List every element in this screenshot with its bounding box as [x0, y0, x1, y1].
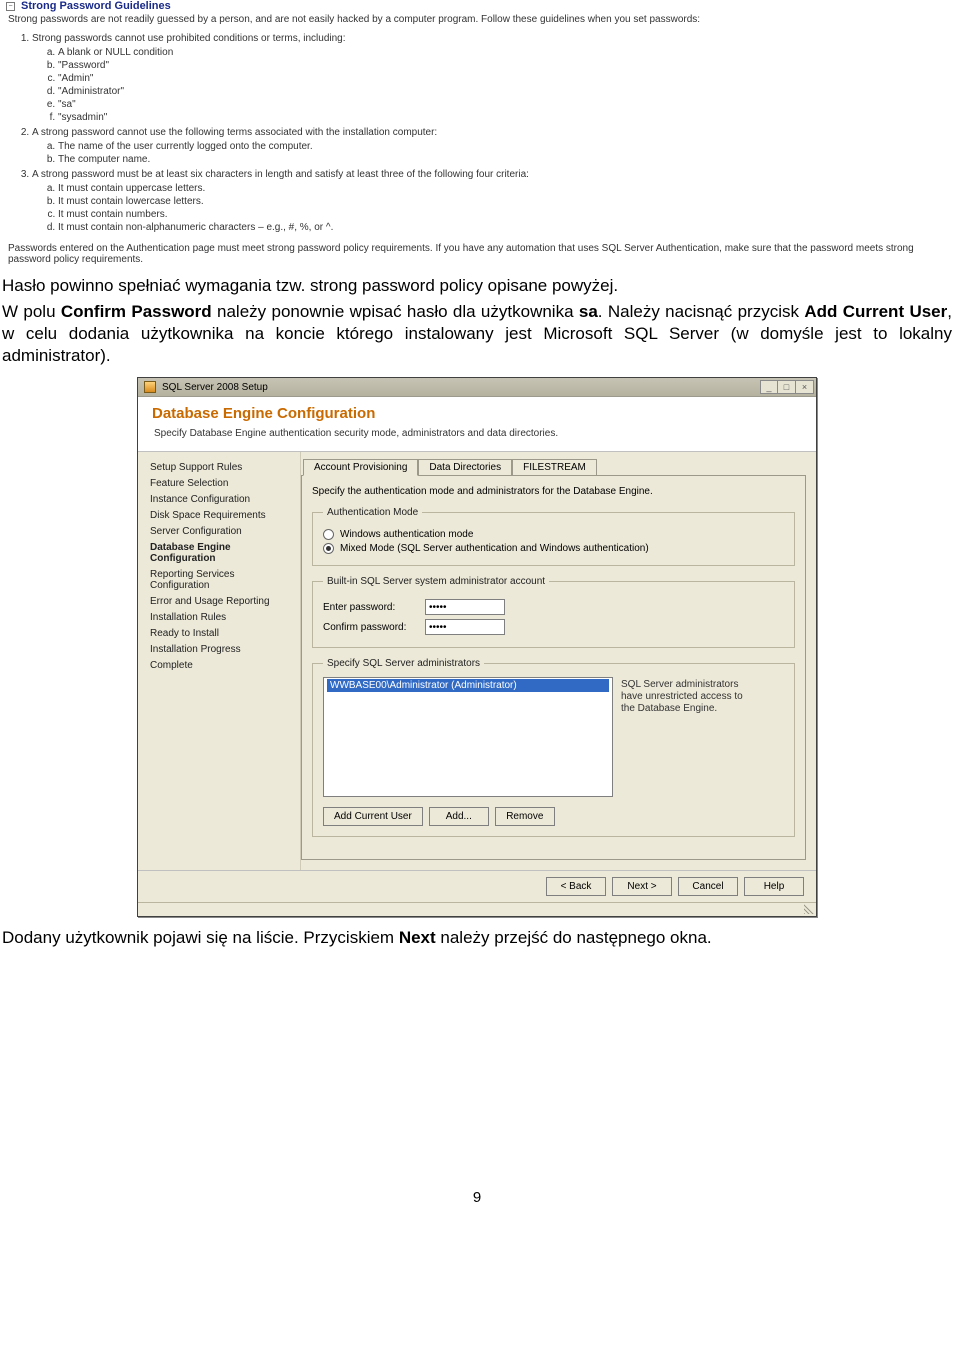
statusbar [138, 902, 816, 916]
sa-account-group: Built-in SQL Server system administrator… [312, 576, 795, 648]
confirm-password-input[interactable] [425, 619, 505, 635]
enter-password-input[interactable] [425, 599, 505, 615]
remove-button[interactable]: Remove [495, 807, 555, 826]
guidelines-subitem: The name of the user currently logged on… [58, 141, 944, 152]
tab-data-directories[interactable]: Data Directories [418, 459, 512, 476]
wizard-page-subtitle: Specify Database Engine authentication s… [154, 428, 802, 439]
document-paragraph-1: Hasło powinno spełniać wymagania tzw. st… [0, 271, 954, 297]
radio-label-windows: Windows authentication mode [340, 529, 473, 540]
document-paragraph-3: Dodany użytkownik pojawi się na liście. … [0, 923, 954, 949]
next-button[interactable]: Next > [612, 877, 672, 896]
guidelines-subitem: "Admin" [58, 73, 944, 84]
wizard-step[interactable]: Database Engine Configuration [150, 542, 292, 564]
wizard-step[interactable]: Disk Space Requirements [150, 510, 292, 521]
sql-setup-window: SQL Server 2008 Setup _ □ × Database Eng… [137, 377, 817, 917]
list-item[interactable]: WWBASE00\Administrator (Administrator) [327, 679, 609, 692]
guidelines-item: A strong password cannot use the followi… [32, 127, 944, 165]
administrators-group: Specify SQL Server administrators WWBASE… [312, 658, 795, 837]
guidelines-list: Strong passwords cannot use prohibited c… [32, 33, 944, 233]
admins-legend: Specify SQL Server administrators [323, 658, 484, 669]
guidelines-subitem: "Password" [58, 60, 944, 71]
guidelines-subitem: "Administrator" [58, 86, 944, 97]
guidelines-subitem: "sa" [58, 99, 944, 110]
wizard-step[interactable]: Complete [150, 660, 292, 671]
radio-icon [323, 543, 334, 554]
administrators-listbox[interactable]: WWBASE00\Administrator (Administrator) [323, 677, 613, 797]
collapse-icon[interactable]: − [6, 2, 15, 11]
help-button[interactable]: Help [744, 877, 804, 896]
wizard-header: Database Engine Configuration Specify Da… [138, 397, 816, 452]
radio-icon [323, 529, 334, 540]
administrators-hint: SQL Server administrators have unrestric… [621, 677, 751, 797]
wizard-step[interactable]: Error and Usage Reporting [150, 596, 292, 607]
radio-mixed-mode[interactable]: Mixed Mode (SQL Server authentication an… [323, 543, 784, 554]
window-title: SQL Server 2008 Setup [162, 382, 268, 393]
document-paragraph-2: W polu Confirm Password należy ponownie … [0, 297, 954, 367]
guidelines-item: Strong passwords cannot use prohibited c… [32, 33, 944, 123]
confirm-password-label: Confirm password: [323, 622, 415, 633]
guidelines-subitem: A blank or NULL condition [58, 47, 944, 58]
wizard-tabs: Account ProvisioningData DirectoriesFILE… [303, 458, 806, 475]
wizard-step[interactable]: Server Configuration [150, 526, 292, 537]
wizard-step-list: Setup Support Rules Feature Selection Inst… [138, 452, 300, 870]
add-current-user-button[interactable]: Add Current User [323, 807, 423, 826]
page-number: 9 [0, 1189, 954, 1206]
add-button[interactable]: Add... [429, 807, 489, 826]
wizard-main-panel: Account ProvisioningData DirectoriesFILE… [300, 452, 816, 870]
guidelines-outro: Passwords entered on the Authentication … [8, 243, 944, 265]
radio-label-mixed: Mixed Mode (SQL Server authentication an… [340, 543, 649, 554]
wizard-step[interactable]: Feature Selection [150, 478, 292, 489]
authmode-group: Authentication Mode Windows authenticati… [312, 507, 795, 566]
password-guidelines-section: − Strong Password Guidelines Strong pass… [0, 0, 954, 271]
tab-filestream[interactable]: FILESTREAM [512, 459, 597, 476]
tab-account-provisioning[interactable]: Account Provisioning [303, 459, 418, 476]
window-titlebar[interactable]: SQL Server 2008 Setup _ □ × [138, 378, 816, 397]
guidelines-subitem: It must contain uppercase letters. [58, 183, 944, 194]
wizard-step[interactable]: Ready to Install [150, 628, 292, 639]
enter-password-label: Enter password: [323, 602, 415, 613]
radio-windows-auth[interactable]: Windows authentication mode [323, 529, 784, 540]
back-button[interactable]: < Back [546, 877, 606, 896]
minimize-button[interactable]: _ [760, 380, 778, 394]
guidelines-subitem: It must contain lowercase letters. [58, 196, 944, 207]
maximize-button[interactable]: □ [778, 380, 796, 394]
wizard-step[interactable]: Instance Configuration [150, 494, 292, 505]
guidelines-subitem: It must contain non-alphanumeric charact… [58, 222, 944, 233]
app-icon [144, 381, 156, 393]
wizard-step[interactable]: Setup Support Rules [150, 462, 292, 473]
wizard-step[interactable]: Installation Progress [150, 644, 292, 655]
authmode-legend: Authentication Mode [323, 507, 422, 518]
guidelines-intro: Strong passwords are not readily guessed… [8, 14, 944, 25]
wizard-page-title: Database Engine Configuration [152, 405, 802, 422]
guidelines-title: Strong Password Guidelines [21, 0, 171, 12]
wizard-footer: < Back Next > Cancel Help [138, 870, 816, 902]
guidelines-subitem: It must contain numbers. [58, 209, 944, 220]
wizard-step[interactable]: Installation Rules [150, 612, 292, 623]
cancel-button[interactable]: Cancel [678, 877, 738, 896]
guidelines-item: A strong password must be at least six c… [32, 169, 944, 233]
wizard-step[interactable]: Reporting Services Configuration [150, 569, 292, 591]
close-button[interactable]: × [796, 380, 814, 394]
panel-intro: Specify the authentication mode and admi… [312, 486, 795, 497]
guidelines-subitem: The computer name. [58, 154, 944, 165]
guidelines-subitem: "sysadmin" [58, 112, 944, 123]
sa-legend: Built-in SQL Server system administrator… [323, 576, 549, 587]
